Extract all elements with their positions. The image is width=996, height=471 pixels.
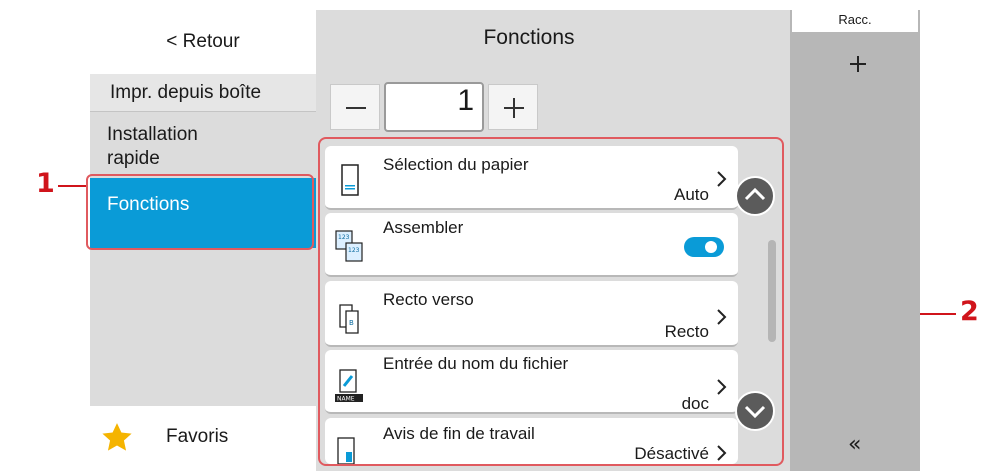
scroll-down-button[interactable] xyxy=(735,391,775,431)
collapse-panel-icon[interactable]: « xyxy=(848,432,861,457)
callout-2: 2 xyxy=(960,296,979,327)
favorites-label: Favoris xyxy=(166,426,229,447)
callout-1-line xyxy=(58,185,88,187)
star-icon xyxy=(102,423,132,451)
plus-icon xyxy=(504,98,524,118)
chevron-up-icon xyxy=(744,187,766,201)
scroll-up-button[interactable] xyxy=(735,176,775,216)
back-label: < Retour xyxy=(166,31,240,52)
highlight-frame-sidebar xyxy=(86,174,314,250)
sidebar-item-print-from-box[interactable]: Impr. depuis boîte xyxy=(90,74,316,112)
decrease-copies-button[interactable] xyxy=(330,84,380,130)
callout-1: 1 xyxy=(36,168,55,199)
page-title: Fonctions xyxy=(483,26,575,49)
sidebar-item-label: Installation rapide xyxy=(107,124,198,169)
shortcut-tab[interactable]: Racc. xyxy=(792,10,918,32)
add-shortcut-icon[interactable] xyxy=(838,44,878,84)
sidebar-item-quick-setup[interactable]: Installation rapide xyxy=(90,113,316,173)
chevron-down-icon xyxy=(744,405,766,419)
highlight-frame-function-list xyxy=(318,137,784,466)
minus-icon xyxy=(346,107,366,109)
increase-copies-button[interactable] xyxy=(488,84,538,130)
back-button[interactable]: < Retour xyxy=(90,10,316,74)
copies-value: 1 xyxy=(457,84,474,117)
scrollbar-thumb[interactable] xyxy=(768,240,776,342)
